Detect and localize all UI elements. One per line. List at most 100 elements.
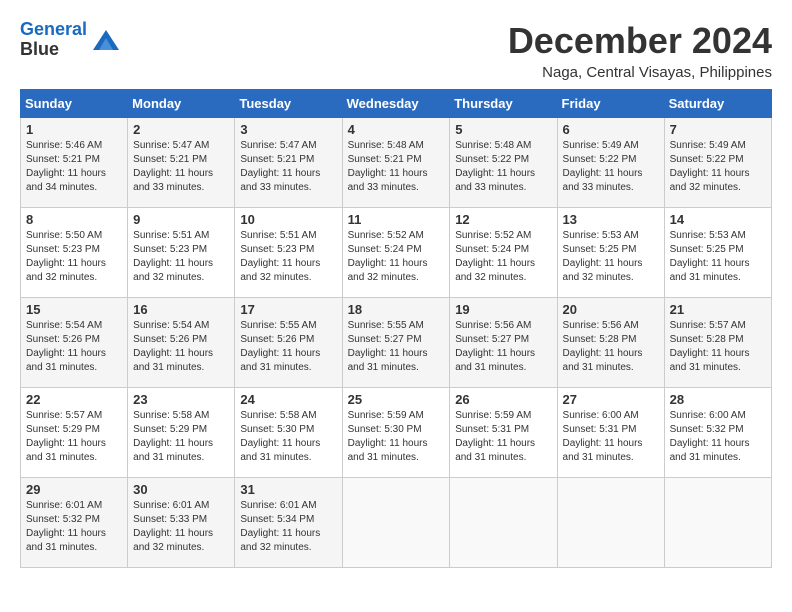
day-number: 30 [133, 482, 229, 497]
day-number: 21 [670, 302, 766, 317]
weekday-header-monday: Monday [128, 90, 235, 118]
day-cell: 20 Sunrise: 5:56 AMSunset: 5:28 PMDaylig… [557, 298, 664, 388]
weekday-header-tuesday: Tuesday [235, 90, 342, 118]
day-info: Sunrise: 5:46 AMSunset: 5:21 PMDaylight:… [26, 139, 122, 195]
week-row-3: 15 Sunrise: 5:54 AMSunset: 5:26 PMDaylig… [21, 298, 772, 388]
weekday-header-sunday: Sunday [21, 90, 128, 118]
day-number: 11 [348, 212, 445, 227]
day-number: 2 [133, 122, 229, 137]
day-number: 3 [240, 122, 336, 137]
logo-text: GeneralBlue [20, 20, 87, 60]
calendar-table: SundayMondayTuesdayWednesdayThursdayFrid… [20, 89, 772, 568]
day-number: 25 [348, 392, 445, 407]
day-info: Sunrise: 5:52 AMSunset: 5:24 PMDaylight:… [455, 229, 551, 285]
day-cell: 27 Sunrise: 6:00 AMSunset: 5:31 PMDaylig… [557, 388, 664, 478]
day-info: Sunrise: 5:51 AMSunset: 5:23 PMDaylight:… [133, 229, 229, 285]
day-info: Sunrise: 6:01 AMSunset: 5:33 PMDaylight:… [133, 499, 229, 555]
day-number: 18 [348, 302, 445, 317]
day-number: 31 [240, 482, 336, 497]
day-info: Sunrise: 5:48 AMSunset: 5:22 PMDaylight:… [455, 139, 551, 195]
day-info: Sunrise: 5:55 AMSunset: 5:26 PMDaylight:… [240, 319, 336, 375]
day-cell: 24 Sunrise: 5:58 AMSunset: 5:30 PMDaylig… [235, 388, 342, 478]
day-number: 1 [26, 122, 122, 137]
day-cell: 28 Sunrise: 6:00 AMSunset: 5:32 PMDaylig… [664, 388, 771, 478]
day-info: Sunrise: 5:49 AMSunset: 5:22 PMDaylight:… [563, 139, 659, 195]
day-cell: 11 Sunrise: 5:52 AMSunset: 5:24 PMDaylig… [342, 208, 450, 298]
day-info: Sunrise: 6:00 AMSunset: 5:31 PMDaylight:… [563, 409, 659, 465]
title-area: December 2024 Naga, Central Visayas, Phi… [508, 20, 772, 81]
day-info: Sunrise: 5:51 AMSunset: 5:23 PMDaylight:… [240, 229, 336, 285]
day-cell: 13 Sunrise: 5:53 AMSunset: 5:25 PMDaylig… [557, 208, 664, 298]
month-title: December 2024 [508, 20, 772, 62]
day-number: 6 [563, 122, 659, 137]
day-info: Sunrise: 5:58 AMSunset: 5:30 PMDaylight:… [240, 409, 336, 465]
day-info: Sunrise: 5:57 AMSunset: 5:29 PMDaylight:… [26, 409, 122, 465]
weekday-header-friday: Friday [557, 90, 664, 118]
day-cell: 3 Sunrise: 5:47 AMSunset: 5:21 PMDayligh… [235, 118, 342, 208]
day-number: 4 [348, 122, 445, 137]
day-number: 19 [455, 302, 551, 317]
day-info: Sunrise: 5:50 AMSunset: 5:23 PMDaylight:… [26, 229, 122, 285]
day-number: 15 [26, 302, 122, 317]
day-info: Sunrise: 5:55 AMSunset: 5:27 PMDaylight:… [348, 319, 445, 375]
logo-icon [91, 28, 121, 52]
day-number: 7 [670, 122, 766, 137]
day-cell: 16 Sunrise: 5:54 AMSunset: 5:26 PMDaylig… [128, 298, 235, 388]
weekday-header-thursday: Thursday [450, 90, 557, 118]
day-cell: 22 Sunrise: 5:57 AMSunset: 5:29 PMDaylig… [21, 388, 128, 478]
location-title: Naga, Central Visayas, Philippines [508, 64, 772, 81]
day-cell: 12 Sunrise: 5:52 AMSunset: 5:24 PMDaylig… [450, 208, 557, 298]
logo: GeneralBlue [20, 20, 121, 60]
day-info: Sunrise: 5:56 AMSunset: 5:27 PMDaylight:… [455, 319, 551, 375]
day-number: 13 [563, 212, 659, 227]
day-number: 5 [455, 122, 551, 137]
day-info: Sunrise: 5:57 AMSunset: 5:28 PMDaylight:… [670, 319, 766, 375]
day-cell: 9 Sunrise: 5:51 AMSunset: 5:23 PMDayligh… [128, 208, 235, 298]
day-info: Sunrise: 5:56 AMSunset: 5:28 PMDaylight:… [563, 319, 659, 375]
weekday-header-row: SundayMondayTuesdayWednesdayThursdayFrid… [21, 90, 772, 118]
day-info: Sunrise: 6:01 AMSunset: 5:32 PMDaylight:… [26, 499, 122, 555]
weekday-header-wednesday: Wednesday [342, 90, 450, 118]
day-info: Sunrise: 5:53 AMSunset: 5:25 PMDaylight:… [563, 229, 659, 285]
day-info: Sunrise: 5:59 AMSunset: 5:30 PMDaylight:… [348, 409, 445, 465]
day-cell: 30 Sunrise: 6:01 AMSunset: 5:33 PMDaylig… [128, 478, 235, 568]
day-number: 29 [26, 482, 122, 497]
day-info: Sunrise: 5:54 AMSunset: 5:26 PMDaylight:… [133, 319, 229, 375]
day-info: Sunrise: 5:52 AMSunset: 5:24 PMDaylight:… [348, 229, 445, 285]
day-number: 20 [563, 302, 659, 317]
page-header: GeneralBlue December 2024 Naga, Central … [20, 20, 772, 81]
day-number: 26 [455, 392, 551, 407]
day-cell: 25 Sunrise: 5:59 AMSunset: 5:30 PMDaylig… [342, 388, 450, 478]
day-number: 10 [240, 212, 336, 227]
day-cell [450, 478, 557, 568]
week-row-2: 8 Sunrise: 5:50 AMSunset: 5:23 PMDayligh… [21, 208, 772, 298]
day-info: Sunrise: 5:49 AMSunset: 5:22 PMDaylight:… [670, 139, 766, 195]
day-cell: 14 Sunrise: 5:53 AMSunset: 5:25 PMDaylig… [664, 208, 771, 298]
day-info: Sunrise: 5:53 AMSunset: 5:25 PMDaylight:… [670, 229, 766, 285]
day-number: 16 [133, 302, 229, 317]
day-cell: 2 Sunrise: 5:47 AMSunset: 5:21 PMDayligh… [128, 118, 235, 208]
day-cell: 21 Sunrise: 5:57 AMSunset: 5:28 PMDaylig… [664, 298, 771, 388]
day-cell: 6 Sunrise: 5:49 AMSunset: 5:22 PMDayligh… [557, 118, 664, 208]
day-info: Sunrise: 5:59 AMSunset: 5:31 PMDaylight:… [455, 409, 551, 465]
day-cell [664, 478, 771, 568]
day-number: 14 [670, 212, 766, 227]
day-cell: 19 Sunrise: 5:56 AMSunset: 5:27 PMDaylig… [450, 298, 557, 388]
day-cell: 23 Sunrise: 5:58 AMSunset: 5:29 PMDaylig… [128, 388, 235, 478]
day-cell: 8 Sunrise: 5:50 AMSunset: 5:23 PMDayligh… [21, 208, 128, 298]
day-number: 27 [563, 392, 659, 407]
weekday-header-saturday: Saturday [664, 90, 771, 118]
day-info: Sunrise: 5:48 AMSunset: 5:21 PMDaylight:… [348, 139, 445, 195]
day-number: 12 [455, 212, 551, 227]
day-cell: 1 Sunrise: 5:46 AMSunset: 5:21 PMDayligh… [21, 118, 128, 208]
day-cell: 31 Sunrise: 6:01 AMSunset: 5:34 PMDaylig… [235, 478, 342, 568]
day-cell: 26 Sunrise: 5:59 AMSunset: 5:31 PMDaylig… [450, 388, 557, 478]
day-cell [342, 478, 450, 568]
day-cell: 15 Sunrise: 5:54 AMSunset: 5:26 PMDaylig… [21, 298, 128, 388]
day-cell: 29 Sunrise: 6:01 AMSunset: 5:32 PMDaylig… [21, 478, 128, 568]
day-number: 9 [133, 212, 229, 227]
day-info: Sunrise: 5:54 AMSunset: 5:26 PMDaylight:… [26, 319, 122, 375]
day-info: Sunrise: 6:01 AMSunset: 5:34 PMDaylight:… [240, 499, 336, 555]
week-row-5: 29 Sunrise: 6:01 AMSunset: 5:32 PMDaylig… [21, 478, 772, 568]
day-number: 8 [26, 212, 122, 227]
